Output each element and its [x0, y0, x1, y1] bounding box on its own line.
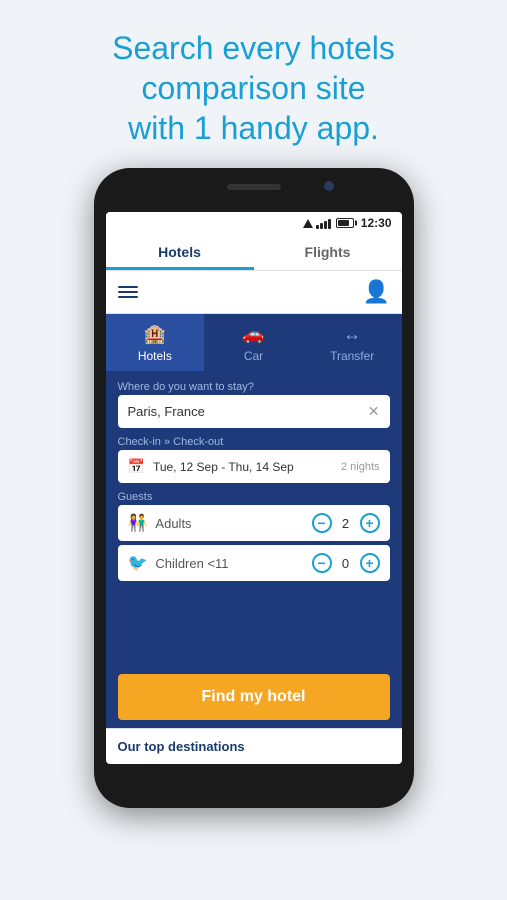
hotels-icon: 🏨	[144, 324, 166, 345]
phone-camera	[324, 181, 334, 191]
children-label: Children <11	[155, 556, 311, 571]
adults-icon: 👫	[128, 513, 148, 533]
search-form: Where do you want to stay? Paris, France…	[106, 371, 402, 666]
phone-screen: 12:30 Hotels Flights 👤 🏨	[106, 212, 402, 764]
phone-mockup: 12:30 Hotels Flights 👤 🏨	[94, 168, 414, 808]
car-icon: 🚗	[242, 324, 264, 345]
nav-bar: 👤	[106, 271, 402, 314]
adults-row: 👫 Adults − 2 +	[118, 505, 390, 541]
headline: Search every hotels comparison site with…	[72, 0, 435, 168]
main-tabs: Hotels Flights	[106, 234, 402, 271]
children-stepper: − 0 +	[312, 553, 380, 573]
checkin-input[interactable]: 📅 Tue, 12 Sep - Thu, 14 Sep 2 nights	[118, 450, 390, 483]
adults-increment-button[interactable]: +	[360, 513, 380, 533]
user-avatar-icon[interactable]: 👤	[364, 279, 390, 305]
category-tabs: 🏨 Hotels 🚗 Car ↔ Transfer	[106, 314, 402, 371]
status-time: 12:30	[361, 216, 392, 230]
nights-value: 2 nights	[341, 461, 380, 473]
network-bars-icon	[316, 217, 331, 229]
adults-decrement-button[interactable]: −	[312, 513, 332, 533]
cat-tab-car[interactable]: 🚗 Car	[204, 314, 303, 371]
clear-destination-button[interactable]: ✕	[368, 403, 380, 420]
main-content-area: 🏨 Hotels 🚗 Car ↔ Transfer	[106, 314, 402, 764]
cat-tab-hotels[interactable]: 🏨 Hotels	[106, 314, 205, 371]
top-destinations-label: Our top destinations	[106, 728, 402, 764]
battery-icon	[336, 218, 354, 228]
destination-input[interactable]: Paris, France ✕	[118, 395, 390, 428]
hamburger-menu-button[interactable]	[118, 286, 138, 298]
children-row: 🐦 Children <11 − 0 +	[118, 545, 390, 581]
tab-hotels[interactable]: Hotels	[106, 234, 254, 270]
phone-speaker	[227, 184, 281, 190]
tab-flights[interactable]: Flights	[254, 234, 402, 270]
children-count: 0	[340, 556, 352, 571]
children-decrement-button[interactable]: −	[312, 553, 332, 573]
transfer-icon: ↔	[343, 324, 361, 345]
signal-icon	[303, 219, 313, 228]
children-increment-button[interactable]: +	[360, 553, 380, 573]
cat-tab-transfer[interactable]: ↔ Transfer	[303, 314, 402, 371]
children-icon: 🐦	[128, 553, 148, 573]
checkin-label: Check-in » Check-out	[118, 436, 390, 448]
guests-label: Guests	[118, 491, 390, 503]
status-bar: 12:30	[106, 212, 402, 234]
destination-label: Where do you want to stay?	[118, 381, 390, 393]
find-hotel-button[interactable]: Find my hotel	[118, 674, 390, 720]
adults-label: Adults	[155, 516, 311, 531]
adults-stepper: − 2 +	[312, 513, 380, 533]
calendar-icon: 📅	[128, 458, 145, 475]
adults-count: 2	[340, 516, 352, 531]
